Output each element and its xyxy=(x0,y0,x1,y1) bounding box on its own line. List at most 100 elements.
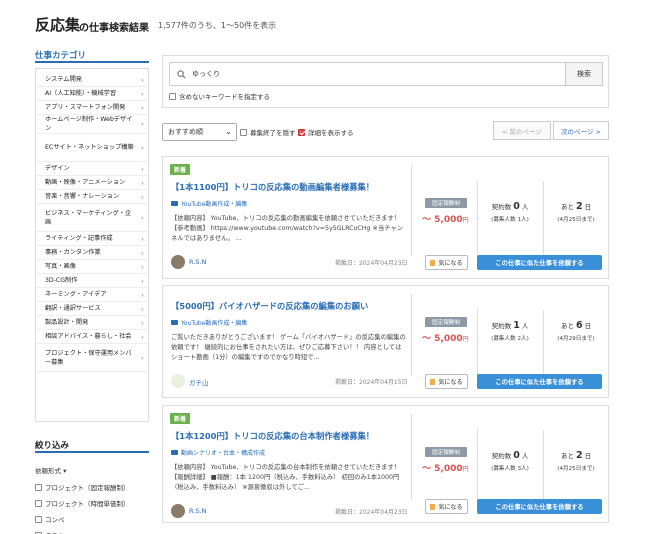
type-option[interactable]: コンペ xyxy=(35,514,65,524)
exclude-keyword-label: 含めないキーワードを指定する xyxy=(179,93,270,101)
category-item[interactable]: ビジネス・マーケティング・企画 › xyxy=(36,204,148,232)
divider xyxy=(411,294,412,375)
category-list: システム開発 › AI（人工知能）・機械学習 › アプリ・スマートフォン開発 › ホームペー… xyxy=(35,68,149,422)
prev-page-button[interactable]: < 前のページ xyxy=(493,121,551,140)
new-badge: 新着 xyxy=(170,164,190,175)
filter-heading: 絞り込み xyxy=(35,439,149,453)
contract-stat: 契約数 0 人 (募集人数 1人) xyxy=(481,201,539,223)
user-avatar[interactable] xyxy=(171,374,185,388)
category-item[interactable]: 相談アドバイス・暮らし・社会 › xyxy=(36,330,148,344)
request-similar-button[interactable]: この仕事に似た仕事を依頼する xyxy=(477,255,602,270)
job-card: 新着 【1本1200円】トリコの反応集の台本制作者様募集！ 動画シナリオ・台本・構成… xyxy=(162,405,609,523)
type-option-label: プロジェクト（固定報酬制） xyxy=(45,484,130,492)
job-title[interactable]: 【1本1100円】トリコの反応集の動画編集者様募集！ xyxy=(171,181,374,193)
job-title[interactable]: 【5000円】バイオハザードの反応集の編集のお願い xyxy=(171,300,368,312)
show-details-checkbox[interactable] xyxy=(298,128,305,136)
hide-closed-checkbox[interactable] xyxy=(240,128,247,136)
show-details-label: 詳細を表示する xyxy=(308,129,354,137)
contract-unit: 人 xyxy=(521,203,529,211)
bookmark-icon xyxy=(430,378,436,385)
category-item[interactable]: 動画・映像・アニメーション › xyxy=(36,176,148,190)
favorite-button[interactable]: 気になる xyxy=(425,255,468,270)
chevron-down-icon: ⌄ xyxy=(225,127,232,136)
show-details-toggle[interactable]: 詳細を表示する xyxy=(298,127,354,137)
job-category-label: YouTube動画作成・編集 xyxy=(181,201,248,208)
request-similar-button[interactable]: この仕事に似た仕事を依頼する xyxy=(477,374,602,389)
category-item[interactable]: デザイン › xyxy=(36,162,148,176)
chevron-right-icon: › xyxy=(140,276,144,285)
favorite-button[interactable]: 気になる xyxy=(425,374,468,389)
category-item[interactable]: 翻訳・通訳サービス › xyxy=(36,302,148,316)
category-item[interactable]: ライティング・記事作成 › xyxy=(36,232,148,246)
remain-unit: 日 xyxy=(584,452,592,460)
search-button[interactable]: 検索 xyxy=(565,62,603,86)
type-option[interactable]: プロジェクト（固定報酬制） xyxy=(35,482,130,492)
category-label: 音楽・音響・ナレーション xyxy=(45,193,120,200)
chevron-right-icon: › xyxy=(140,192,144,201)
job-description: 【依頼内容】 YouTube、トリコの反応集の動画編集を依頼させていただきます！… xyxy=(171,215,403,242)
category-item[interactable]: AI（人工知能）・機械学習 › xyxy=(36,87,148,101)
favorite-button[interactable]: 気になる xyxy=(425,499,468,514)
category-item[interactable]: 3D-CG制作 › xyxy=(36,274,148,288)
hide-closed-toggle[interactable]: 募集終了を隠す xyxy=(240,127,296,137)
sort-select[interactable]: おすすめ順 ⌄ xyxy=(162,123,237,141)
category-item[interactable]: ホームページ制作・Webデザイン › xyxy=(36,115,148,134)
job-card: 新着【1本1100円】トリコの反応集の動画編集者様募集！ YouTube動画作成・… xyxy=(162,156,609,279)
exclude-keyword-toggle[interactable]: 含めないキーワードを指定する xyxy=(169,91,270,101)
type-option[interactable]: プロジェクト（時間単価制） xyxy=(35,498,130,508)
recruit-count: (募集人数 2人) xyxy=(491,336,529,342)
chevron-right-icon: › xyxy=(140,262,144,271)
category-item[interactable]: プロジェクト・保守運用メンバー募集 › xyxy=(36,344,148,372)
type-option[interactable]: タスク xyxy=(35,530,65,534)
folder-icon xyxy=(171,201,178,206)
type-checkbox[interactable] xyxy=(35,515,42,523)
type-checkbox[interactable] xyxy=(35,483,42,491)
type-filter-toggle[interactable]: 依頼形式 ▾ xyxy=(35,465,66,475)
price: 〜 5,000円 xyxy=(422,461,469,474)
client-name[interactable]: ガチ山 xyxy=(189,377,209,387)
remain-label: あと xyxy=(560,322,574,330)
category-item[interactable]: ネーミング・アイデア › xyxy=(36,288,148,302)
remain-label: あと xyxy=(560,452,574,460)
contract-label: 契約数 xyxy=(491,452,512,460)
divider xyxy=(543,181,544,256)
category-item[interactable]: アプリ・スマートフォン開発 › xyxy=(36,101,148,115)
category-item[interactable]: システム開発 › xyxy=(36,73,148,87)
contract-num: 0 xyxy=(513,201,520,212)
price: 〜 5,000円 xyxy=(422,212,469,225)
category-label: 相談アドバイス・暮らし・社会 xyxy=(45,333,132,340)
category-item[interactable]: ECサイト・ネットショップ構築 › xyxy=(36,134,148,162)
divider xyxy=(543,430,544,500)
job-category[interactable]: YouTube動画作成・編集 xyxy=(171,199,247,208)
category-item[interactable]: 音楽・音響・ナレーション › xyxy=(36,190,148,204)
search-input[interactable]: ゆっくり xyxy=(169,62,566,86)
remain-num: 2 xyxy=(575,450,583,461)
client-name[interactable]: R.S.N xyxy=(189,507,206,515)
type-checkbox[interactable] xyxy=(35,499,42,507)
chevron-right-icon: › xyxy=(140,103,144,112)
request-similar-button[interactable]: この仕事に似た仕事を依頼する xyxy=(477,499,602,514)
recruit-count: (募集人数 1人) xyxy=(491,217,529,223)
user-avatar[interactable] xyxy=(171,255,185,269)
category-label: 写真・画像 xyxy=(45,263,76,270)
contract-num: 1 xyxy=(513,320,520,331)
category-label: ライティング・記事作成 xyxy=(45,235,113,242)
job-category[interactable]: YouTube動画作成・編集 xyxy=(171,318,247,327)
job-title[interactable]: 【1本1200円】トリコの反応集の台本制作者様募集！ xyxy=(171,430,374,442)
next-page-button[interactable]: 次のページ > xyxy=(553,121,609,140)
posted-date: 掲載日：2024年04月15日 xyxy=(335,379,408,386)
contract-num: 0 xyxy=(513,450,520,461)
exclude-checkbox[interactable] xyxy=(169,92,176,100)
type-option-label: タスク xyxy=(45,530,65,534)
client-name[interactable]: R.S.N xyxy=(189,258,206,266)
category-item[interactable]: 事務・カンタン作業 › xyxy=(36,246,148,260)
price-value: 〜 5,000 xyxy=(422,334,463,344)
job-category[interactable]: 動画シナリオ・台本・構成作成 xyxy=(171,448,265,457)
category-item[interactable]: 製品設計・開発 › xyxy=(36,316,148,330)
price-value: 〜 5,000 xyxy=(422,215,463,225)
user-avatar[interactable] xyxy=(171,504,185,518)
category-item[interactable]: 写真・画像 › xyxy=(36,260,148,274)
bookmark-icon xyxy=(430,503,436,510)
type-filter-label: 依頼形式 xyxy=(35,467,61,475)
type-option-label: プロジェクト（時間単価制） xyxy=(45,500,130,508)
